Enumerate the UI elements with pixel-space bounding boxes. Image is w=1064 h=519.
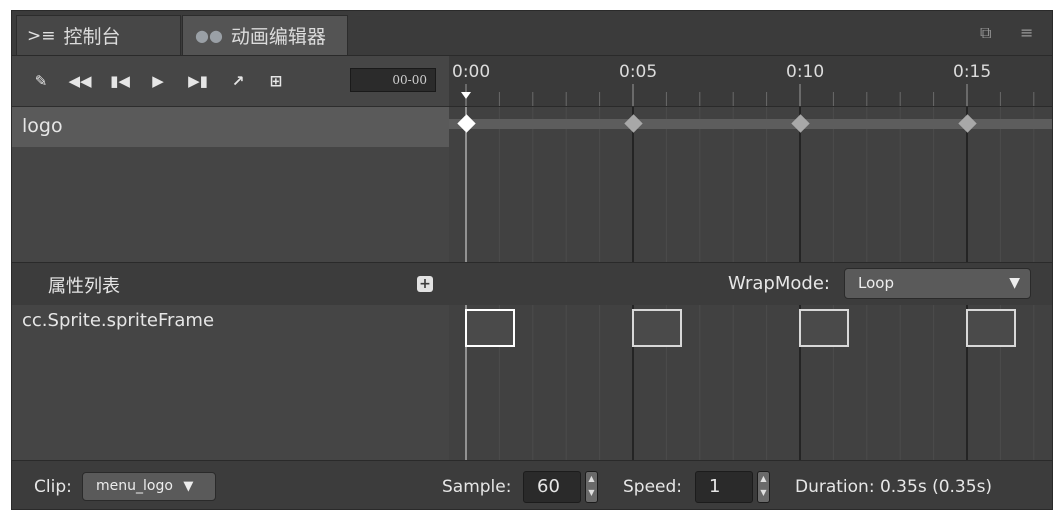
speed-label: Speed: xyxy=(623,477,683,497)
property-list: cc.Sprite.spriteFrame xyxy=(12,305,449,460)
chevron-down-icon: ▼ xyxy=(1009,275,1020,291)
sample-stepper[interactable]: ▲ ▼ xyxy=(585,471,598,503)
property-row-sprite-frame[interactable]: cc.Sprite.spriteFrame xyxy=(22,310,214,331)
add-property-button[interactable]: + xyxy=(417,276,433,292)
toolbar: ✎ ◀◀ ▮◀ ▶ ▶▮ ↗ ⊞ 00-00 xyxy=(12,56,449,107)
timeline-grid xyxy=(465,107,1035,262)
animation-editor-icon: ●● xyxy=(195,26,223,45)
speed-stepper[interactable]: ▲ ▼ xyxy=(757,471,770,503)
animation-editor-window: >≡ 控制台 ●● 动画编辑器 ⧉ ≡ ✎ ◀◀ ▮◀ ▶ ▶▮ ↗ ⊞ 00-… xyxy=(11,10,1053,510)
edit-icon[interactable]: ✎ xyxy=(29,69,53,93)
footer-bar: Clip: menu_logo ▼ Sample: 60 ▲ ▼ Speed: 1… xyxy=(12,460,1052,509)
wrapmode-label: WrapMode: xyxy=(728,273,830,294)
property-timeline[interactable] xyxy=(449,305,1052,460)
tick-label: 0:10 xyxy=(786,62,825,82)
tick-label: 0:15 xyxy=(953,62,992,82)
next-frame-icon[interactable]: ▶▮ xyxy=(186,69,210,93)
add-event-icon[interactable]: ⊞ xyxy=(264,69,288,93)
prev-frame-icon[interactable]: ▮◀ xyxy=(108,69,132,93)
speed-input[interactable]: 1 xyxy=(695,471,753,503)
wrapmode-select[interactable]: Loop ▼ xyxy=(844,268,1031,299)
console-icon: >≡ xyxy=(27,25,56,46)
tab-console-label: 控制台 xyxy=(63,26,121,48)
restore-window-icon[interactable]: ⧉ xyxy=(980,23,991,43)
node-row-logo[interactable]: logo xyxy=(12,107,449,147)
tab-console[interactable]: >≡ 控制台 xyxy=(16,15,181,55)
clip-label: Clip: xyxy=(34,477,72,497)
jump-to-start-icon[interactable]: ◀◀ xyxy=(68,69,92,93)
chevron-down-icon: ▼ xyxy=(183,479,194,494)
tick-label: 0:00 xyxy=(452,62,491,82)
property-list-title: 属性列表 xyxy=(48,276,120,297)
clip-value: menu_logo xyxy=(96,478,173,494)
play-icon[interactable]: ▶ xyxy=(146,69,170,93)
sprite-frame-keyframe[interactable] xyxy=(632,309,682,347)
node-timeline[interactable] xyxy=(449,107,1052,262)
sprite-frame-keyframe[interactable] xyxy=(799,309,849,347)
playhead-marker[interactable] xyxy=(461,92,471,99)
sample-label: Sample: xyxy=(442,477,512,497)
clip-select[interactable]: menu_logo ▼ xyxy=(82,472,216,501)
property-header: 属性列表 + WrapMode: Loop ▼ xyxy=(12,262,1052,306)
tab-animation-editor-label: 动画编辑器 xyxy=(230,26,326,48)
panel-menu-icon[interactable]: ≡ xyxy=(1020,23,1033,42)
timeline-grid xyxy=(465,305,1035,460)
tick-label: 0:05 xyxy=(619,62,658,82)
sample-input[interactable]: 60 xyxy=(523,471,581,503)
open-external-icon[interactable]: ↗ xyxy=(226,69,250,93)
duration-text: Duration: 0.35s (0.35s) xyxy=(795,477,993,497)
current-frame-field[interactable]: 00-00 xyxy=(350,68,436,92)
sprite-frame-keyframe[interactable] xyxy=(966,309,1016,347)
tab-animation-editor[interactable]: ●● 动画编辑器 xyxy=(182,15,348,55)
tab-bar: >≡ 控制台 ●● 动画编辑器 ⧉ ≡ xyxy=(12,11,1052,56)
wrapmode-value: Loop xyxy=(858,274,894,292)
sprite-frame-keyframe[interactable] xyxy=(465,309,515,347)
node-list: logo xyxy=(12,107,449,262)
timeline-ruler[interactable]: 0:00 0:05 0:10 0:15 xyxy=(449,56,1052,107)
